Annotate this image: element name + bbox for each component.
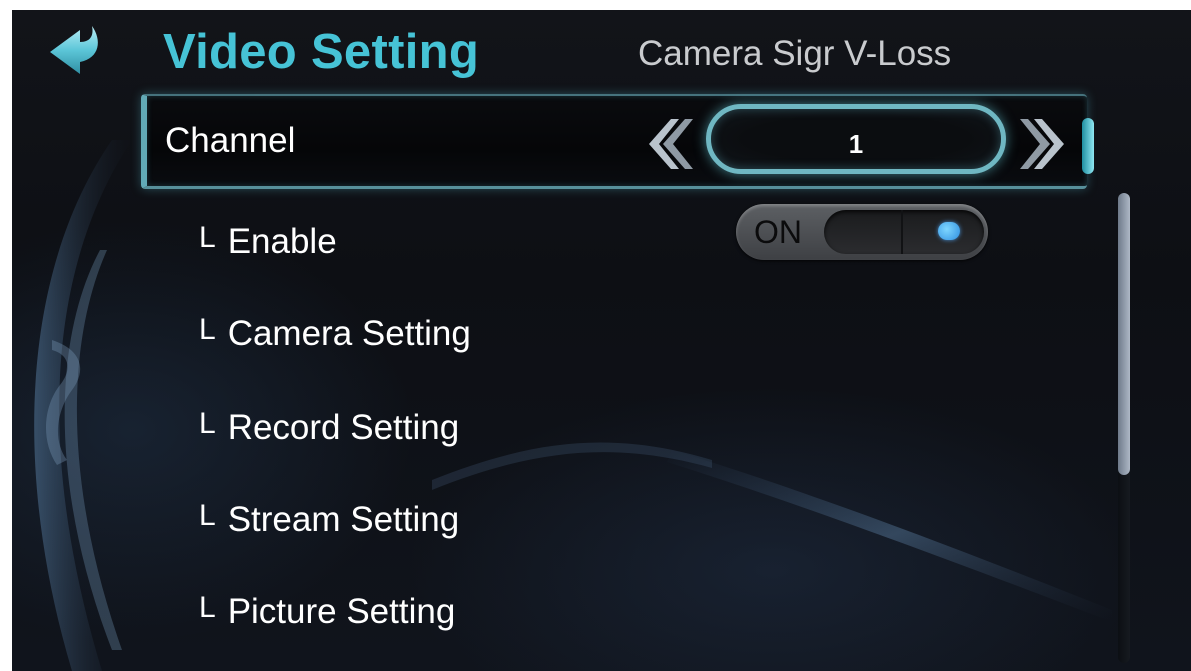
sub-item-camera-setting[interactable]: L Camera Setting [199,313,471,356]
sub-item-picture-setting[interactable]: L Picture Setting [199,591,456,634]
channel-value-display[interactable]: 1 [706,104,1006,174]
channel-row-end-cap [1082,118,1094,174]
back-arrow-icon[interactable] [44,22,104,78]
sub-item-record-setting[interactable]: L Record Setting [199,407,460,450]
tree-prefix: L [199,407,216,440]
stream-setting-label: Stream Setting [227,500,460,539]
toggle-divider [901,210,903,254]
camera-setting-label: Camera Setting [227,314,471,353]
tree-prefix: L [199,591,216,624]
tree-prefix: L [199,313,216,346]
scrollbar-thumb[interactable] [1118,193,1130,475]
channel-label: Channel [165,121,296,160]
page-title: Video Setting [163,25,480,79]
enable-toggle[interactable]: ON [736,204,988,260]
toggle-track [824,210,984,254]
video-setting-screen: Video Setting Camera Sigr V-Loss Channel… [12,10,1191,671]
tree-prefix: L [199,499,216,532]
toggle-indicator-dot [938,222,960,240]
camera-signal-vloss-tab[interactable]: Camera Sigr V-Loss [638,32,951,76]
chevron-left-icon[interactable] [645,115,693,173]
enable-label: Enable [227,222,337,261]
toggle-state-label: ON [754,214,802,250]
record-setting-label: Record Setting [227,408,460,447]
picture-setting-label: Picture Setting [227,592,456,631]
tree-prefix: L [199,221,216,254]
chevron-right-icon[interactable] [1020,115,1068,173]
sub-item-enable[interactable]: L Enable [199,221,337,264]
sub-item-stream-setting[interactable]: L Stream Setting [199,499,460,542]
